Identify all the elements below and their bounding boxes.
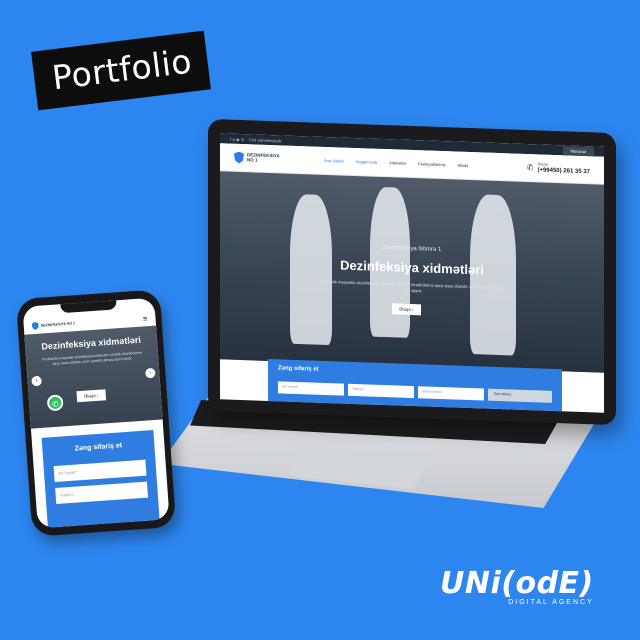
social-icons[interactable]: f ◎ ▶ ✆	[230, 136, 244, 142]
mobile-name-field[interactable]: Ad Soyad*	[53, 459, 147, 483]
brand-name: UNi(odE)	[440, 566, 594, 601]
mobile-contact-button[interactable]: Əlaqə ›	[76, 389, 106, 403]
service-select[interactable]: Xidmət seçin	[417, 386, 484, 401]
laptop-screen: f ◎ ▶ ✆ 7/24 xidmetindeyik Müraciət DEZI…	[220, 133, 604, 413]
nav-phone[interactable]: ✆ Əlaqə (+99450) 261 35 37	[526, 161, 590, 176]
phone-number: (+99450) 261 35 37	[537, 167, 590, 176]
callback-button[interactable]: Geri dönüş	[487, 388, 553, 403]
site-logo[interactable]: DEZINFEKSIYA NO 1	[234, 151, 304, 165]
hamburger-menu-icon[interactable]: ≡	[143, 314, 148, 323]
service-hours: 7/24 xidmetindeyik	[248, 136, 282, 143]
name-field[interactable]: Ad Soyad*	[278, 381, 344, 396]
hero-title: Dezinfeksiya xidmətləri	[340, 257, 484, 278]
mobile-phone-field[interactable]: Telefon*	[55, 481, 149, 504]
nav-item-about[interactable]: Haqqımızda	[356, 159, 378, 165]
chevron-left-icon[interactable]: ‹	[31, 375, 42, 387]
apply-button[interactable]: Müraciət	[562, 145, 594, 156]
chevron-right-icon[interactable]: ›	[145, 367, 156, 379]
mobile-order-form: Zəng sifariş et Ad Soyad* Telefon*	[41, 430, 160, 529]
mobile-order-title: Zəng sifariş et	[74, 442, 123, 453]
nav-item-home[interactable]: Ana Səhifə	[324, 158, 344, 164]
laptop-lid: f ◎ ▶ ✆ 7/24 xidmetindeyik Müraciət DEZI…	[208, 118, 616, 426]
shield-icon	[234, 151, 244, 163]
hero-banner: Dezinfeksiya Nömrə 1 Dezinfeksiya xidmət…	[220, 171, 604, 373]
order-form: Zəng sifariş et Ad Soyad* Telefon* Xidmə…	[268, 358, 562, 413]
mobile-hero-title: Dezinfeksiya xidmətləri	[41, 334, 142, 352]
nav-menu: Ana Səhifə Haqqımızda Xidmətlər Fəaliyyə…	[324, 158, 527, 170]
mobile-contact-label: Əlaqə	[83, 392, 96, 399]
portfolio-poster: Portfolio f ◎ ▶ ✆ 7/24 xidmetindeyik Mür…	[0, 0, 640, 640]
phone-screen: DEZINFEKSIYA NO 1 ≡ Dezinfeksiya xidmətl…	[22, 297, 170, 529]
mobile-logo-text: DEZINFEKSIYA NO 1	[40, 321, 76, 328]
brand-logo: UNi(odE) DIGITAL AGENCY	[440, 566, 594, 606]
mobile-hero-description: Profilaktik məqsədlə dezinfeksiya infeks…	[42, 350, 142, 367]
shield-icon	[32, 322, 40, 330]
nav-item-contact[interactable]: Əlaqə	[458, 163, 469, 168]
hero-contact-button[interactable]: Əlaqə ›	[392, 303, 421, 316]
hero-contact-label: Əlaqə	[399, 306, 411, 312]
nav-item-services[interactable]: Xidmətlər	[389, 160, 406, 166]
nav-item-activities[interactable]: Fəaliyyətlərimiz	[418, 161, 446, 167]
mobile-hero: Dezinfeksiya xidmətləri Profilaktik məqs…	[24, 325, 163, 429]
portfolio-label: Portfolio	[31, 30, 212, 111]
phone-icon: ✆	[526, 162, 534, 173]
phone-field[interactable]: Telefon*	[347, 383, 414, 399]
smartphone: DEZINFEKSIYA NO 1 ≡ Dezinfeksiya xidmətl…	[15, 289, 177, 537]
order-title: Zəng sifariş et	[278, 365, 319, 373]
mobile-logo[interactable]: DEZINFEKSIYA NO 1	[32, 319, 76, 330]
